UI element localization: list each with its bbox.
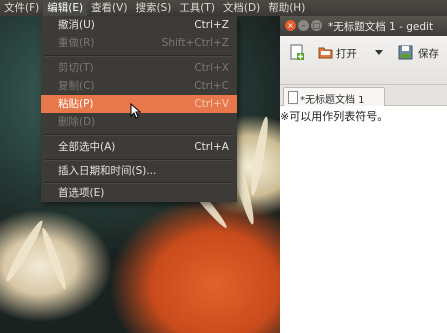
wallpaper-detail [248, 115, 271, 197]
minimize-icon[interactable]: – [298, 20, 309, 31]
menu-item-label: 撤消(U) [58, 19, 95, 31]
close-icon[interactable]: × [285, 20, 296, 31]
menu-separator [45, 134, 233, 136]
menu-edit[interactable]: 编辑(E) [43, 0, 88, 16]
menu-item-accel: Ctrl+V [194, 98, 229, 110]
open-button[interactable]: 打开 [314, 36, 364, 84]
menu-item-cut[interactable]: 剪切(T) Ctrl+X [41, 59, 237, 77]
document-icon [288, 91, 298, 104]
menu-item-preferences[interactable]: 首选项(E) [41, 184, 237, 202]
menu-item-label: 剪切(T) [58, 62, 94, 74]
menu-item-label: 全部选中(A) [58, 141, 116, 153]
menu-file[interactable]: 文件(F) [0, 0, 43, 16]
menu-item-label: 插入日期和时间(S)... [58, 165, 157, 177]
menu-item-label: 首选项(E) [58, 187, 105, 199]
menu-item-undo[interactable]: 撤消(U) Ctrl+Z [41, 16, 237, 34]
menu-item-label: 粘贴(P) [58, 98, 94, 110]
editor-text: ※可以用作列表符号。 [280, 110, 389, 123]
menu-item-label: 重做(R) [58, 37, 95, 49]
menu-item-select-all[interactable]: 全部选中(A) Ctrl+A [41, 138, 237, 156]
tab-bar: *无标题文档 1 [280, 85, 447, 106]
menu-item-copy[interactable]: 复制(C) Ctrl+C [41, 77, 237, 95]
maximize-icon[interactable]: □ [311, 20, 322, 31]
new-document-button[interactable] [284, 36, 308, 84]
menu-documents[interactable]: 文档(D) [219, 0, 264, 16]
save-icon [398, 45, 413, 60]
menu-item-accel: Ctrl+C [194, 80, 229, 92]
menu-item-label: 复制(C) [58, 80, 95, 92]
window-titlebar[interactable]: × – □ *无标题文档 1 - gedit [280, 16, 447, 36]
menu-item-accel: Shift+Ctrl+Z [161, 37, 229, 49]
menu-view[interactable]: 查看(V) [87, 0, 131, 16]
menu-help[interactable]: 帮助(H) [264, 0, 309, 16]
menu-separator [45, 55, 233, 57]
watermark-url: jingyan.baidu.com [355, 312, 439, 322]
open-label: 打开 [336, 48, 357, 60]
menu-item-insert-date-time[interactable]: 插入日期和时间(S)... [41, 162, 237, 180]
save-label: 保存 [418, 48, 439, 60]
menu-item-label: 删除(D) [58, 116, 96, 128]
chevron-down-icon [375, 50, 383, 55]
menu-item-redo[interactable]: 重做(R) Shift+Ctrl+Z [41, 34, 237, 52]
watermark-logo: Bai 经验 [330, 292, 392, 310]
menu-tools[interactable]: 工具(T) [175, 0, 219, 16]
top-menubar: 文件(F) 编辑(E) 查看(V) 搜索(S) 工具(T) 文档(D) 帮助(H… [0, 0, 447, 16]
mouse-cursor-icon [130, 103, 142, 119]
save-button[interactable]: 保存 [396, 36, 446, 84]
tab-label: *无标题文档 1 [300, 95, 365, 106]
toolbar: 打开 保存 [280, 36, 447, 85]
menu-separator [45, 159, 233, 161]
window-title: *无标题文档 1 - gedit [328, 21, 434, 33]
tab-untitled-document[interactable]: *无标题文档 1 [283, 87, 385, 106]
menu-item-accel: Ctrl+A [194, 141, 229, 153]
menu-search[interactable]: 搜索(S) [131, 0, 175, 16]
gedit-window: × – □ *无标题文档 1 - gedit 打开 保存 *无标题文档 1 ※可… [280, 16, 447, 333]
open-recent-dropdown[interactable] [372, 36, 386, 84]
menu-item-accel: Ctrl+Z [194, 19, 229, 31]
new-document-icon [290, 44, 304, 60]
menu-item-accel: Ctrl+X [194, 62, 229, 74]
wallpaper-detail [3, 218, 46, 284]
wallpaper-detail [39, 226, 69, 291]
open-folder-icon [318, 47, 333, 59]
